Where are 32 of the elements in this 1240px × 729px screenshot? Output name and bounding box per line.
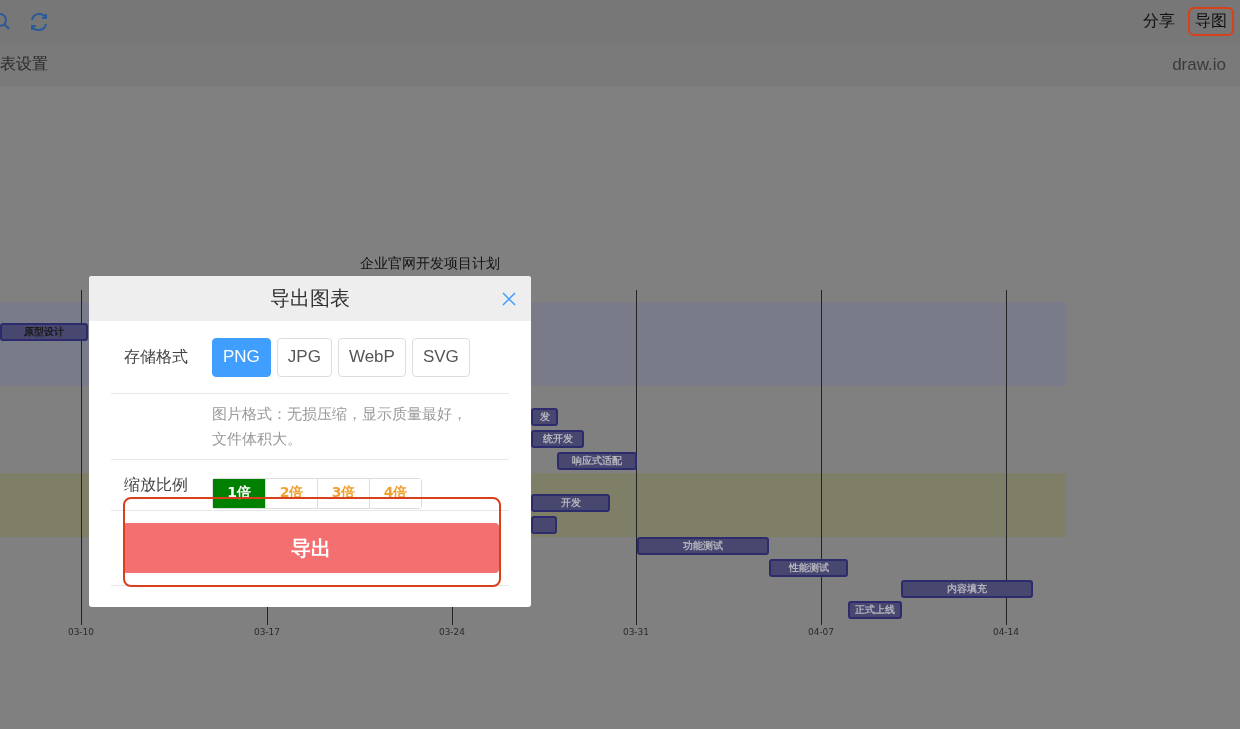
dialog-title: 导出图表 [270, 285, 350, 312]
axis-tick-label: 03-31 [621, 627, 651, 637]
task-bar: 发 [531, 408, 558, 426]
field-label: 存储格式 [123, 346, 189, 368]
task-bar: 性能测试 [769, 559, 848, 577]
brand-link[interactable]: draw.io [1172, 54, 1226, 75]
task-bar: 开发 [531, 494, 610, 512]
axis-tick-label: 04-07 [806, 627, 836, 637]
export-button[interactable]: 导出 [123, 523, 499, 573]
format-option[interactable]: SVG [411, 337, 470, 377]
task-bar [531, 516, 557, 534]
toolbar-link[interactable]: 导图 [1188, 7, 1234, 36]
axis-tick-label: 03-10 [66, 627, 96, 637]
format-option[interactable]: WebP [337, 337, 406, 377]
task-bar: 内容填充 [901, 580, 1033, 598]
task-bar: 原型设计 [0, 323, 88, 341]
chart-title: 企业官网开发项目计划 [360, 254, 500, 272]
format-option[interactable]: JPG [276, 337, 332, 377]
axis-tick-label: 04-14 [991, 627, 1021, 637]
refresh-icon[interactable] [28, 10, 50, 33]
axis-tick-label: 03-24 [437, 627, 467, 637]
task-bar: 统开发 [531, 430, 584, 448]
close-icon[interactable] [502, 292, 516, 306]
toolbar-link[interactable]: 分享 [1136, 7, 1182, 36]
task-bar: 功能测试 [637, 537, 769, 555]
task-bar: 响应式适配 [557, 452, 637, 470]
format-option[interactable]: PNG [212, 337, 271, 377]
field-label: 缩放比例 [123, 474, 189, 496]
task-bar: 正式上线 [848, 601, 902, 619]
settings-title: 表设置 [0, 54, 48, 75]
axis-tick-label: 03-17 [252, 627, 282, 637]
format-description: 图片格式：无损压缩，显示质量最好，文件体积大。 [212, 403, 468, 450]
